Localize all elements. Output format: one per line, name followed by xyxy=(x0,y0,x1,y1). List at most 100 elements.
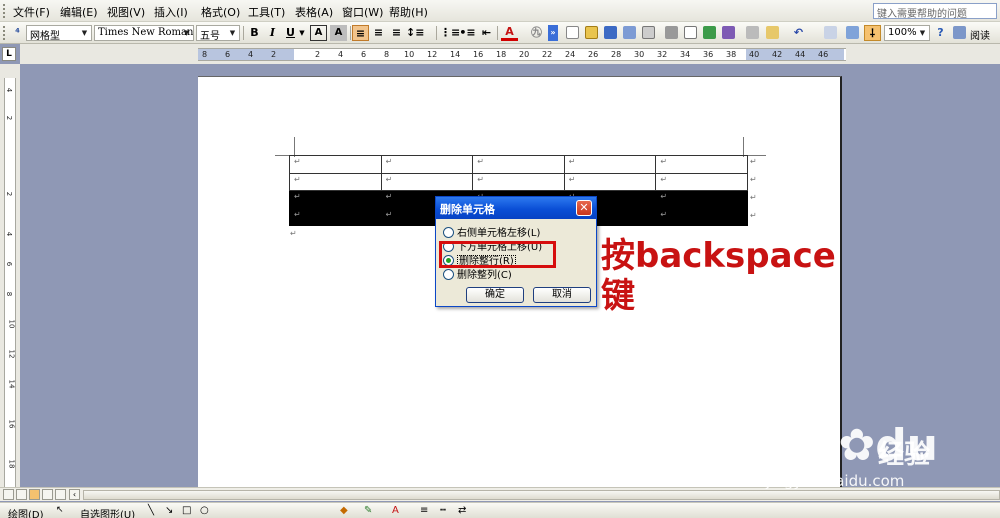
bold-button[interactable]: B xyxy=(246,25,263,41)
line-style-icon[interactable]: ≡ xyxy=(420,505,428,516)
web-view-icon[interactable] xyxy=(16,489,27,500)
styles-icon[interactable]: ⁴ xyxy=(9,25,26,41)
outline-view-icon[interactable] xyxy=(42,489,53,500)
menu-window[interactable]: 窗口(W) xyxy=(342,4,383,20)
arrow-style-icon[interactable]: ⇄ xyxy=(458,505,466,516)
separator xyxy=(497,26,498,40)
font-color-button[interactable]: A xyxy=(501,25,518,41)
style-select[interactable]: 网格型 ▼ xyxy=(26,25,92,41)
table-row[interactable]: ↵ ↵ ↵ ↵ ↵ xyxy=(289,155,748,174)
table-cell[interactable]: ↵ xyxy=(380,155,474,174)
underline-button[interactable]: U xyxy=(282,25,299,41)
print-icon[interactable] xyxy=(665,26,678,39)
cancel-button[interactable]: 取消 xyxy=(533,287,591,303)
paste-icon[interactable] xyxy=(766,26,779,39)
table-cell[interactable]: ↵ xyxy=(472,172,565,191)
zoom-select[interactable]: 100% ▼ xyxy=(884,25,930,41)
spelling-icon[interactable] xyxy=(703,26,716,39)
table-cell[interactable]: ↵ xyxy=(655,190,748,209)
menu-format[interactable]: 格式(O) xyxy=(201,4,240,20)
print-preview-icon[interactable] xyxy=(684,26,697,39)
menu-file[interactable]: 文件(F) xyxy=(13,4,50,20)
open-folder-icon[interactable] xyxy=(585,26,598,39)
reading-layout-icon[interactable] xyxy=(953,26,966,39)
menu-grip[interactable] xyxy=(3,4,7,18)
cut-icon[interactable] xyxy=(746,26,759,39)
table-cell[interactable]: ↵ xyxy=(655,207,748,226)
menu-edit[interactable]: 编辑(E) xyxy=(60,4,98,20)
save-icon[interactable] xyxy=(604,26,617,39)
normal-view-icon[interactable] xyxy=(3,489,14,500)
option-delete-column[interactable]: 删除整列(C) xyxy=(443,266,512,281)
arrow-icon[interactable]: ↘ xyxy=(165,505,173,516)
row-end-mark: ↵ xyxy=(750,211,757,220)
font-select[interactable]: Times New Roman ▼ xyxy=(94,25,194,41)
undo-icon[interactable]: ↶ xyxy=(790,25,807,41)
reading-layout-label[interactable]: 阅读 xyxy=(970,27,990,43)
numbering-icon[interactable]: ⋮≡ xyxy=(440,25,460,41)
align-right-icon[interactable]: ≡ xyxy=(388,25,405,41)
help-icon[interactable]: ? xyxy=(932,25,949,41)
dialog-title[interactable]: 删除单元格 xyxy=(436,197,596,219)
table-row[interactable]: ↵ ↵ ↵ ↵ ↵ xyxy=(289,172,748,191)
size-select[interactable]: 五号 ▼ xyxy=(196,25,240,41)
menu-tools[interactable]: 工具(T) xyxy=(248,4,285,20)
table-cell[interactable]: ↵ xyxy=(472,155,565,174)
new-document-icon[interactable] xyxy=(566,26,579,39)
rectangle-icon[interactable]: □ xyxy=(182,505,191,516)
menu-insert[interactable]: 插入(I) xyxy=(154,4,188,20)
option-shift-left[interactable]: 右侧单元格左移(L) xyxy=(443,224,540,239)
print-view-icon[interactable] xyxy=(29,489,40,500)
font-color-icon[interactable]: A xyxy=(392,505,399,516)
oval-icon[interactable]: ○ xyxy=(200,505,209,516)
email-icon[interactable] xyxy=(642,26,655,39)
table-cell[interactable]: ↵ xyxy=(289,155,382,174)
italic-button[interactable]: I xyxy=(264,25,281,41)
close-icon[interactable]: ✕ xyxy=(576,200,592,216)
line-color-icon[interactable]: ✎ xyxy=(364,505,372,516)
table-cell[interactable]: ↵ xyxy=(289,190,382,209)
tab-selector[interactable]: L xyxy=(2,47,16,61)
select-objects-icon[interactable]: ↖ xyxy=(56,505,64,515)
menu-table[interactable]: 表格(A) xyxy=(295,4,333,20)
table-cell[interactable]: ↵ xyxy=(655,155,748,174)
table-cell[interactable]: ↵ xyxy=(380,172,474,191)
autoshapes-menu[interactable]: 自选图形(U) xyxy=(80,506,135,518)
char-border-button[interactable]: A xyxy=(310,25,327,41)
ruler-strip[interactable]: 8 6 4 2 2 4 6 8 10 12 14 16 18 20 22 24 … xyxy=(198,48,846,61)
research-icon[interactable] xyxy=(722,26,735,39)
char-shade-button[interactable]: A xyxy=(330,25,347,41)
permission-icon[interactable] xyxy=(623,26,636,39)
show-hide-icon[interactable]: ⸸ xyxy=(864,25,881,41)
phonetic-guide-icon[interactable]: ㊈ xyxy=(528,25,545,41)
fill-color-icon[interactable]: ◆ xyxy=(340,505,348,516)
indent-icon[interactable]: ⇤ xyxy=(478,25,495,41)
vertical-ruler-strip[interactable]: 4 2 2 4 6 8 10 12 14 16 18 xyxy=(4,78,16,487)
table-cell[interactable]: ↵ xyxy=(655,172,748,191)
scroll-left-icon[interactable]: ‹ xyxy=(69,489,80,500)
table-cell[interactable]: ↵ xyxy=(563,172,657,191)
align-center-icon[interactable]: ≡ xyxy=(370,25,387,41)
align-justify-icon[interactable]: ≡ xyxy=(352,25,369,41)
chevron-down-icon[interactable]: ▼ xyxy=(298,25,306,41)
dash-style-icon[interactable]: ┅ xyxy=(440,505,446,516)
watermark-url: jingyan.baidu.com xyxy=(766,472,905,490)
radio-button[interactable] xyxy=(443,269,454,280)
tables-borders-icon[interactable] xyxy=(846,26,859,39)
radio-button[interactable] xyxy=(443,227,454,238)
hyperlink-icon[interactable] xyxy=(824,26,837,39)
table-cell[interactable]: ↵ xyxy=(289,207,382,226)
toolbar-options-icon[interactable]: » xyxy=(548,25,558,41)
help-search-input[interactable]: 键入需要帮助的问题 xyxy=(873,3,997,19)
table-cell[interactable]: ↵ xyxy=(289,172,382,191)
reading-view-icon[interactable] xyxy=(55,489,66,500)
menu-help[interactable]: 帮助(H) xyxy=(389,4,428,20)
bullets-icon[interactable]: •≡ xyxy=(459,25,476,41)
menu-view[interactable]: 视图(V) xyxy=(107,4,145,20)
line-spacing-icon[interactable]: ↕≡ xyxy=(406,25,424,41)
line-icon[interactable]: ╲ xyxy=(148,505,154,516)
ok-button[interactable]: 确定 xyxy=(466,287,524,303)
toolbar-grip[interactable] xyxy=(3,26,7,40)
table-cell[interactable]: ↵ xyxy=(563,155,657,174)
draw-menu[interactable]: 绘图(D) xyxy=(8,506,44,518)
